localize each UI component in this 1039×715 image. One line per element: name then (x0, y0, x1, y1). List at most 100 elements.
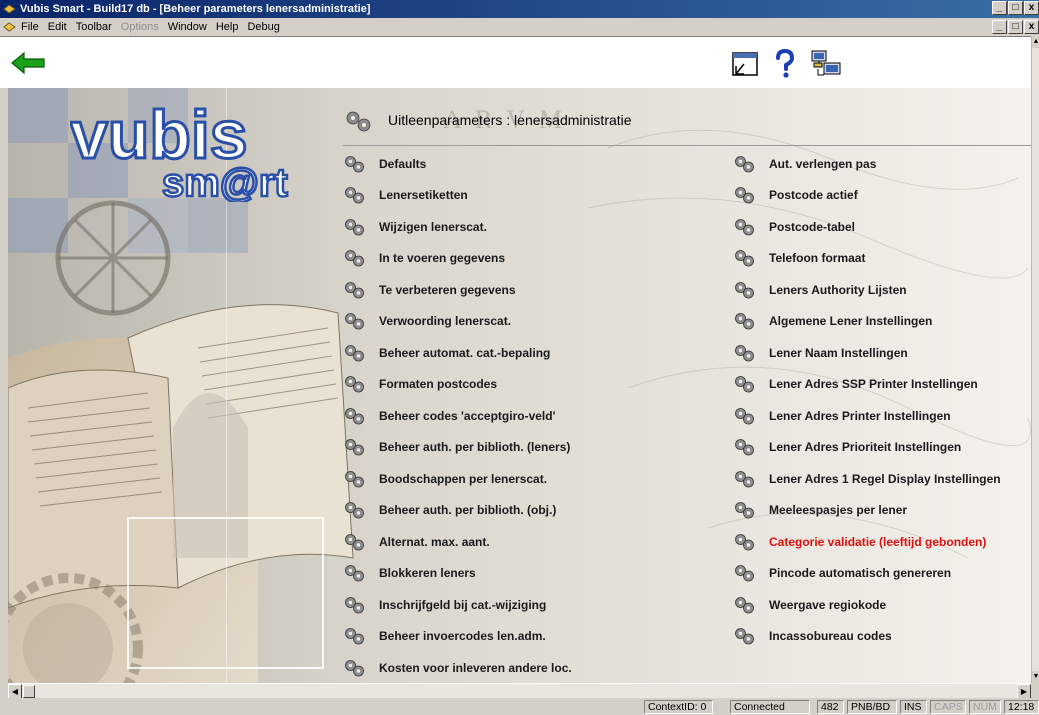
right-link-label[interactable]: Incassobureau codes (769, 629, 892, 643)
right-link-label[interactable]: Postcode actief (769, 188, 858, 202)
right-link-label[interactable]: Postcode-tabel (769, 220, 855, 234)
close-button[interactable]: x (1024, 1, 1039, 15)
left-link-item[interactable]: In te voeren gegevens (343, 243, 572, 275)
left-link-label[interactable]: Te verbeteren gegevens (379, 283, 516, 297)
left-link-item[interactable]: Beheer codes 'acceptgiro-veld' (343, 400, 572, 432)
left-link-item[interactable]: Kosten voor inleveren andere loc. (343, 652, 572, 683)
back-arrow-icon[interactable] (10, 51, 48, 75)
right-link-item[interactable]: Algemene Lener Instellingen (733, 306, 1001, 338)
left-link-item[interactable]: Boodschappen per lenerscat. (343, 463, 572, 495)
right-link-item[interactable]: Postcode actief (733, 180, 1001, 212)
right-link-item[interactable]: Aut. verlengen pas (733, 148, 1001, 180)
left-link-label[interactable]: Blokkeren leners (379, 566, 476, 580)
right-link-item[interactable]: Categorie validatie (leeftijd gebonden) (733, 526, 1001, 558)
right-link-label[interactable]: Weergave regiokode (769, 598, 886, 612)
left-link-item[interactable]: Beheer auth. per biblioth. (leners) (343, 432, 572, 464)
left-link-item[interactable]: Inschrijfgeld bij cat.-wijziging (343, 589, 572, 621)
left-link-item[interactable]: Beheer automat. cat.-bepaling (343, 337, 572, 369)
right-link-label[interactable]: Categorie validatie (leeftijd gebonden) (769, 535, 986, 549)
left-link-label[interactable]: Beheer codes 'acceptgiro-veld' (379, 409, 555, 423)
right-link-label[interactable]: Leners Authority Lijsten (769, 283, 907, 297)
left-link-label[interactable]: Defaults (379, 157, 426, 171)
scroll-down-button[interactable]: ▼ (1032, 671, 1039, 683)
menu-window[interactable]: Window (168, 21, 207, 33)
scroll-right-button[interactable]: ▶ (1017, 684, 1031, 699)
right-link-label[interactable]: Algemene Lener Instellingen (769, 314, 932, 328)
left-link-item[interactable]: Wijzigen lenerscat. (343, 211, 572, 243)
left-link-label[interactable]: Wijzigen lenerscat. (379, 220, 487, 234)
left-link-label[interactable]: Lenersetiketten (379, 188, 468, 202)
menu-file[interactable]: File (21, 21, 39, 33)
left-link-item[interactable]: Beheer auth. per biblioth. (obj.) (343, 495, 572, 527)
horizontal-scrollbar[interactable]: ◀ ▶ (8, 683, 1031, 699)
menu-help[interactable]: Help (216, 21, 239, 33)
gear-icon (345, 250, 364, 267)
gear-icon (735, 376, 754, 393)
left-link-label[interactable]: Formaten postcodes (379, 377, 497, 391)
right-link-item[interactable]: Lener Adres 1 Regel Display Instellingen (733, 463, 1001, 495)
left-link-item[interactable]: Defaults (343, 148, 572, 180)
scroll-thumb[interactable] (23, 685, 35, 698)
right-link-item[interactable]: Meeleespasjes per lener (733, 495, 1001, 527)
child-minimize-button[interactable]: _ (992, 20, 1007, 34)
window-icon[interactable] (730, 50, 760, 78)
right-link-item[interactable]: Lener Adres SSP Printer Instellingen (733, 369, 1001, 401)
right-link-label[interactable]: Lener Adres 1 Regel Display Instellingen (769, 472, 1001, 486)
right-link-label[interactable]: Telefoon formaat (769, 251, 865, 265)
left-link-label[interactable]: Beheer auth. per biblioth. (obj.) (379, 503, 556, 517)
left-link-label[interactable]: Verwoording lenerscat. (379, 314, 511, 328)
gear-icon (345, 659, 364, 677)
right-link-item[interactable]: Lener Naam Instellingen (733, 337, 1001, 369)
right-link-item[interactable]: Lener Adres Printer Instellingen (733, 400, 1001, 432)
left-link-item[interactable]: Beheer invoercodes len.adm. (343, 621, 572, 653)
scroll-up-button[interactable]: ▲ (1032, 36, 1039, 48)
vertical-scrollbar[interactable]: ▲ ▼ (1031, 36, 1039, 683)
right-link-label[interactable]: Lener Adres Printer Instellingen (769, 409, 951, 423)
maximize-button[interactable]: □ (1008, 1, 1023, 15)
left-link-label[interactable]: Beheer auth. per biblioth. (leners) (379, 440, 570, 454)
minimize-button[interactable]: _ (992, 1, 1007, 15)
right-link-label[interactable]: Lener Naam Instellingen (769, 346, 908, 360)
gear-icon (735, 250, 754, 267)
right-link-item[interactable]: Pincode automatisch genereren (733, 558, 1001, 590)
status-time: 12:18 (1004, 700, 1039, 714)
child-restore-button[interactable]: □ (1008, 20, 1023, 34)
menu-edit[interactable]: Edit (48, 21, 67, 33)
left-link-item[interactable]: Blokkeren leners (343, 558, 572, 590)
child-close-button[interactable]: x (1024, 20, 1039, 34)
right-link-item[interactable]: Leners Authority Lijsten (733, 274, 1001, 306)
left-link-item[interactable]: Verwoording lenerscat. (343, 306, 572, 338)
gear-icon (735, 565, 754, 582)
right-link-label[interactable]: Pincode automatisch genereren (769, 566, 951, 580)
status-num: NUM (969, 700, 1001, 714)
document-icon[interactable] (3, 21, 17, 33)
menu-options[interactable]: Options (121, 21, 159, 33)
left-link-label[interactable]: Inschrijfgeld bij cat.-wijziging (379, 598, 546, 612)
scroll-left-button[interactable]: ◀ (8, 684, 22, 699)
right-link-item[interactable]: Telefoon formaat (733, 243, 1001, 275)
help-icon[interactable] (774, 49, 796, 79)
right-link-label[interactable]: Lener Adres SSP Printer Instellingen (769, 377, 978, 391)
right-link-label[interactable]: Lener Adres Prioriteit Instellingen (769, 440, 961, 454)
right-link-label[interactable]: Aut. verlengen pas (769, 157, 876, 171)
left-link-label[interactable]: In te voeren gegevens (379, 251, 505, 265)
left-link-item[interactable]: Formaten postcodes (343, 369, 572, 401)
left-link-label[interactable]: Kosten voor inleveren andere loc. (379, 661, 572, 675)
right-link-item[interactable]: Weergave regiokode (733, 589, 1001, 621)
menu-toolbar[interactable]: Toolbar (76, 21, 112, 33)
left-link-item[interactable]: Lenersetiketten (343, 180, 572, 212)
left-link-label[interactable]: Beheer invoercodes len.adm. (379, 629, 546, 643)
right-link-label[interactable]: Meeleespasjes per lener (769, 503, 907, 517)
left-link-label[interactable]: Boodschappen per lenerscat. (379, 472, 547, 486)
right-link-item[interactable]: Lener Adres Prioriteit Instellingen (733, 432, 1001, 464)
left-link-item[interactable]: Alternat. max. aant. (343, 526, 572, 558)
right-link-item[interactable]: Incassobureau codes (733, 621, 1001, 653)
right-link-item[interactable]: Postcode-tabel (733, 211, 1001, 243)
left-link-item[interactable]: Te verbeteren gegevens (343, 274, 572, 306)
network-computer-icon[interactable] (810, 49, 842, 79)
left-link-label[interactable]: Beheer automat. cat.-bepaling (379, 346, 550, 360)
left-link-label[interactable]: Alternat. max. aant. (379, 535, 490, 549)
menu-debug[interactable]: Debug (247, 21, 279, 33)
gear-icon (345, 502, 364, 519)
title-bar: Vubis Smart - Build17 db - [Beheer param… (0, 0, 1039, 18)
